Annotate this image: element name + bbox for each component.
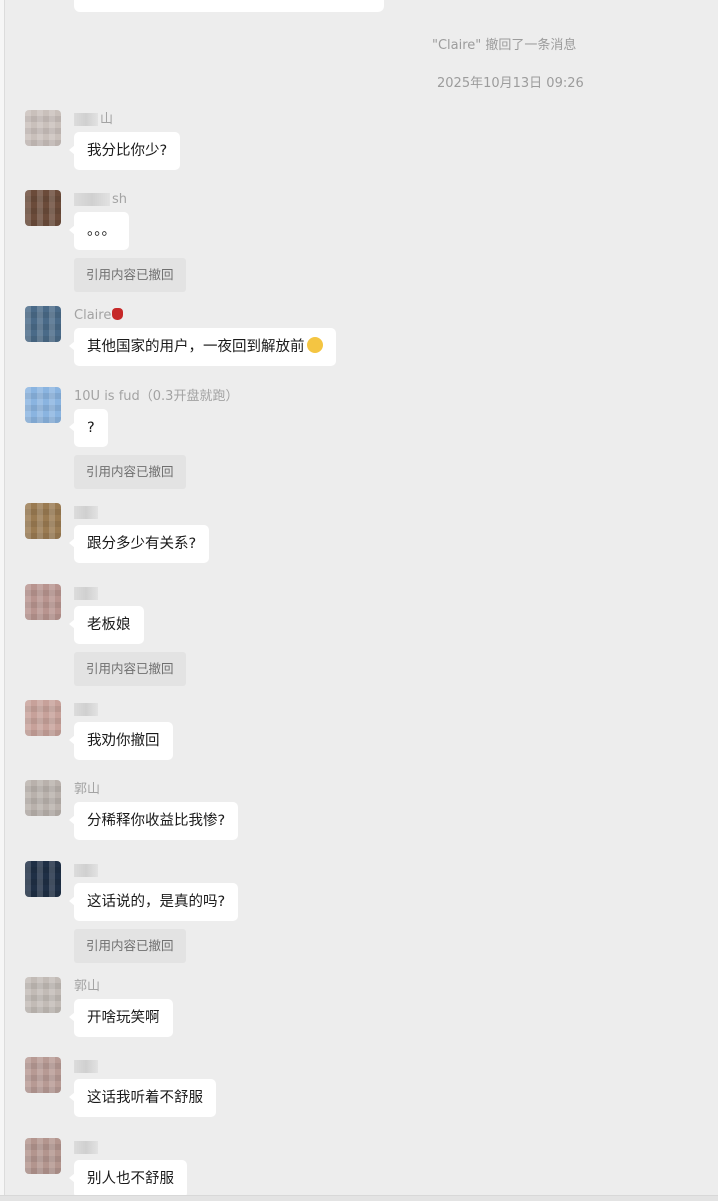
red-bag-emoji-icon: [112, 308, 124, 320]
sender-name: 郭山: [74, 979, 101, 994]
avatar[interactable]: [25, 503, 61, 539]
message-bubble[interactable]: 其他国家的用户，一夜回到解放前: [69, 328, 336, 366]
sender-name: [74, 585, 100, 603]
avatar[interactable]: [25, 387, 61, 423]
sender-name: 10U is fud（0.3开盘就跑）: [74, 389, 239, 404]
avatar[interactable]: [25, 584, 61, 620]
recall-notice: "Claire" 撤回了一条消息: [432, 38, 577, 53]
message-bubble[interactable]: 。。。: [69, 212, 129, 250]
avatar[interactable]: [25, 780, 61, 816]
previous-message-bubble[interactable]: [74, 0, 384, 12]
quoted-message-recalled[interactable]: 引用内容已撤回: [74, 258, 186, 292]
quoted-message-recalled[interactable]: 引用内容已撤回: [74, 652, 186, 686]
message-bubble[interactable]: 老板娘: [69, 606, 144, 644]
sender-name: 郭山: [74, 782, 101, 797]
sender-name: [74, 862, 100, 880]
message-bubble[interactable]: 分稀释你收益比我惨?: [68, 802, 239, 840]
quoted-message-recalled[interactable]: 引用内容已撤回: [74, 455, 186, 489]
sender-name: [74, 701, 100, 719]
message-bubble[interactable]: 这话我听着不舒服: [69, 1079, 216, 1117]
sad-face-emoji-icon: [306, 337, 323, 353]
sender-name: 山: [74, 111, 113, 129]
message-bubble[interactable]: 我劝你撤回: [69, 722, 173, 760]
sender-name: [74, 1058, 100, 1076]
avatar[interactable]: [25, 977, 61, 1013]
message-bubble[interactable]: ?: [69, 409, 108, 447]
sender-name: [74, 504, 100, 522]
message-bubble[interactable]: 别人也不舒服: [69, 1160, 187, 1198]
avatar[interactable]: [25, 861, 61, 897]
input-area-edge: [0, 1195, 718, 1201]
avatar[interactable]: [25, 700, 61, 736]
sender-name: [74, 1139, 100, 1157]
avatar[interactable]: [25, 1057, 61, 1093]
avatar[interactable]: [25, 190, 61, 226]
sender-name: sh: [74, 191, 127, 209]
message-bubble[interactable]: 这话说的，是真的吗?: [68, 883, 239, 921]
message-bubble[interactable]: 跟分多少有关系?: [68, 525, 210, 563]
window-left-edge: [0, 0, 5, 1200]
message-bubble[interactable]: 开啥玩笑啊: [69, 999, 173, 1037]
message-bubble[interactable]: 我分比你少?: [68, 132, 181, 170]
avatar[interactable]: [25, 110, 61, 146]
timestamp: 2025年10月13日 09:26: [437, 76, 584, 91]
quoted-message-recalled[interactable]: 引用内容已撤回: [74, 929, 186, 963]
avatar[interactable]: [25, 306, 61, 342]
sender-name: Claire: [74, 307, 124, 325]
avatar[interactable]: [25, 1138, 61, 1174]
